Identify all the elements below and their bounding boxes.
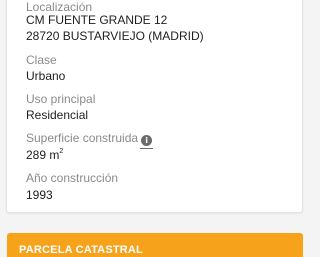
- clase-value: Urbano: [26, 69, 66, 83]
- localizacion-label: Localización: [26, 0, 93, 14]
- localizacion-line1: CM FUENTE GRANDE 12: [26, 13, 168, 27]
- property-details-card: Localización CM FUENTE GRANDE 12 28720 B…: [6, 0, 303, 213]
- superficie-construida-label: Superficie construida: [26, 131, 139, 145]
- localizacion-line2: 28720 BUSTARVIEJO (MADRID): [26, 29, 204, 43]
- parcela-catastral-header[interactable]: PARCELA CATASTRAL: [7, 233, 303, 257]
- superficie-value-number: 289 m: [26, 148, 60, 162]
- anio-construccion-value: 1993: [26, 188, 53, 202]
- uso-principal-value: Residencial: [26, 108, 89, 122]
- superficie-unit-superscript: 2: [59, 148, 64, 155]
- parcela-catastral-title: PARCELA CATASTRAL: [19, 244, 143, 256]
- uso-principal-label: Uso principal: [26, 92, 96, 106]
- clase-label: Clase: [26, 53, 57, 67]
- superficie-construida-row: Superficie construida i: [26, 131, 154, 149]
- info-circle-icon[interactable]: i: [140, 135, 154, 149]
- superficie-construida-value: 289 m2: [26, 148, 63, 162]
- anio-construccion-label: Año construcción: [26, 171, 119, 185]
